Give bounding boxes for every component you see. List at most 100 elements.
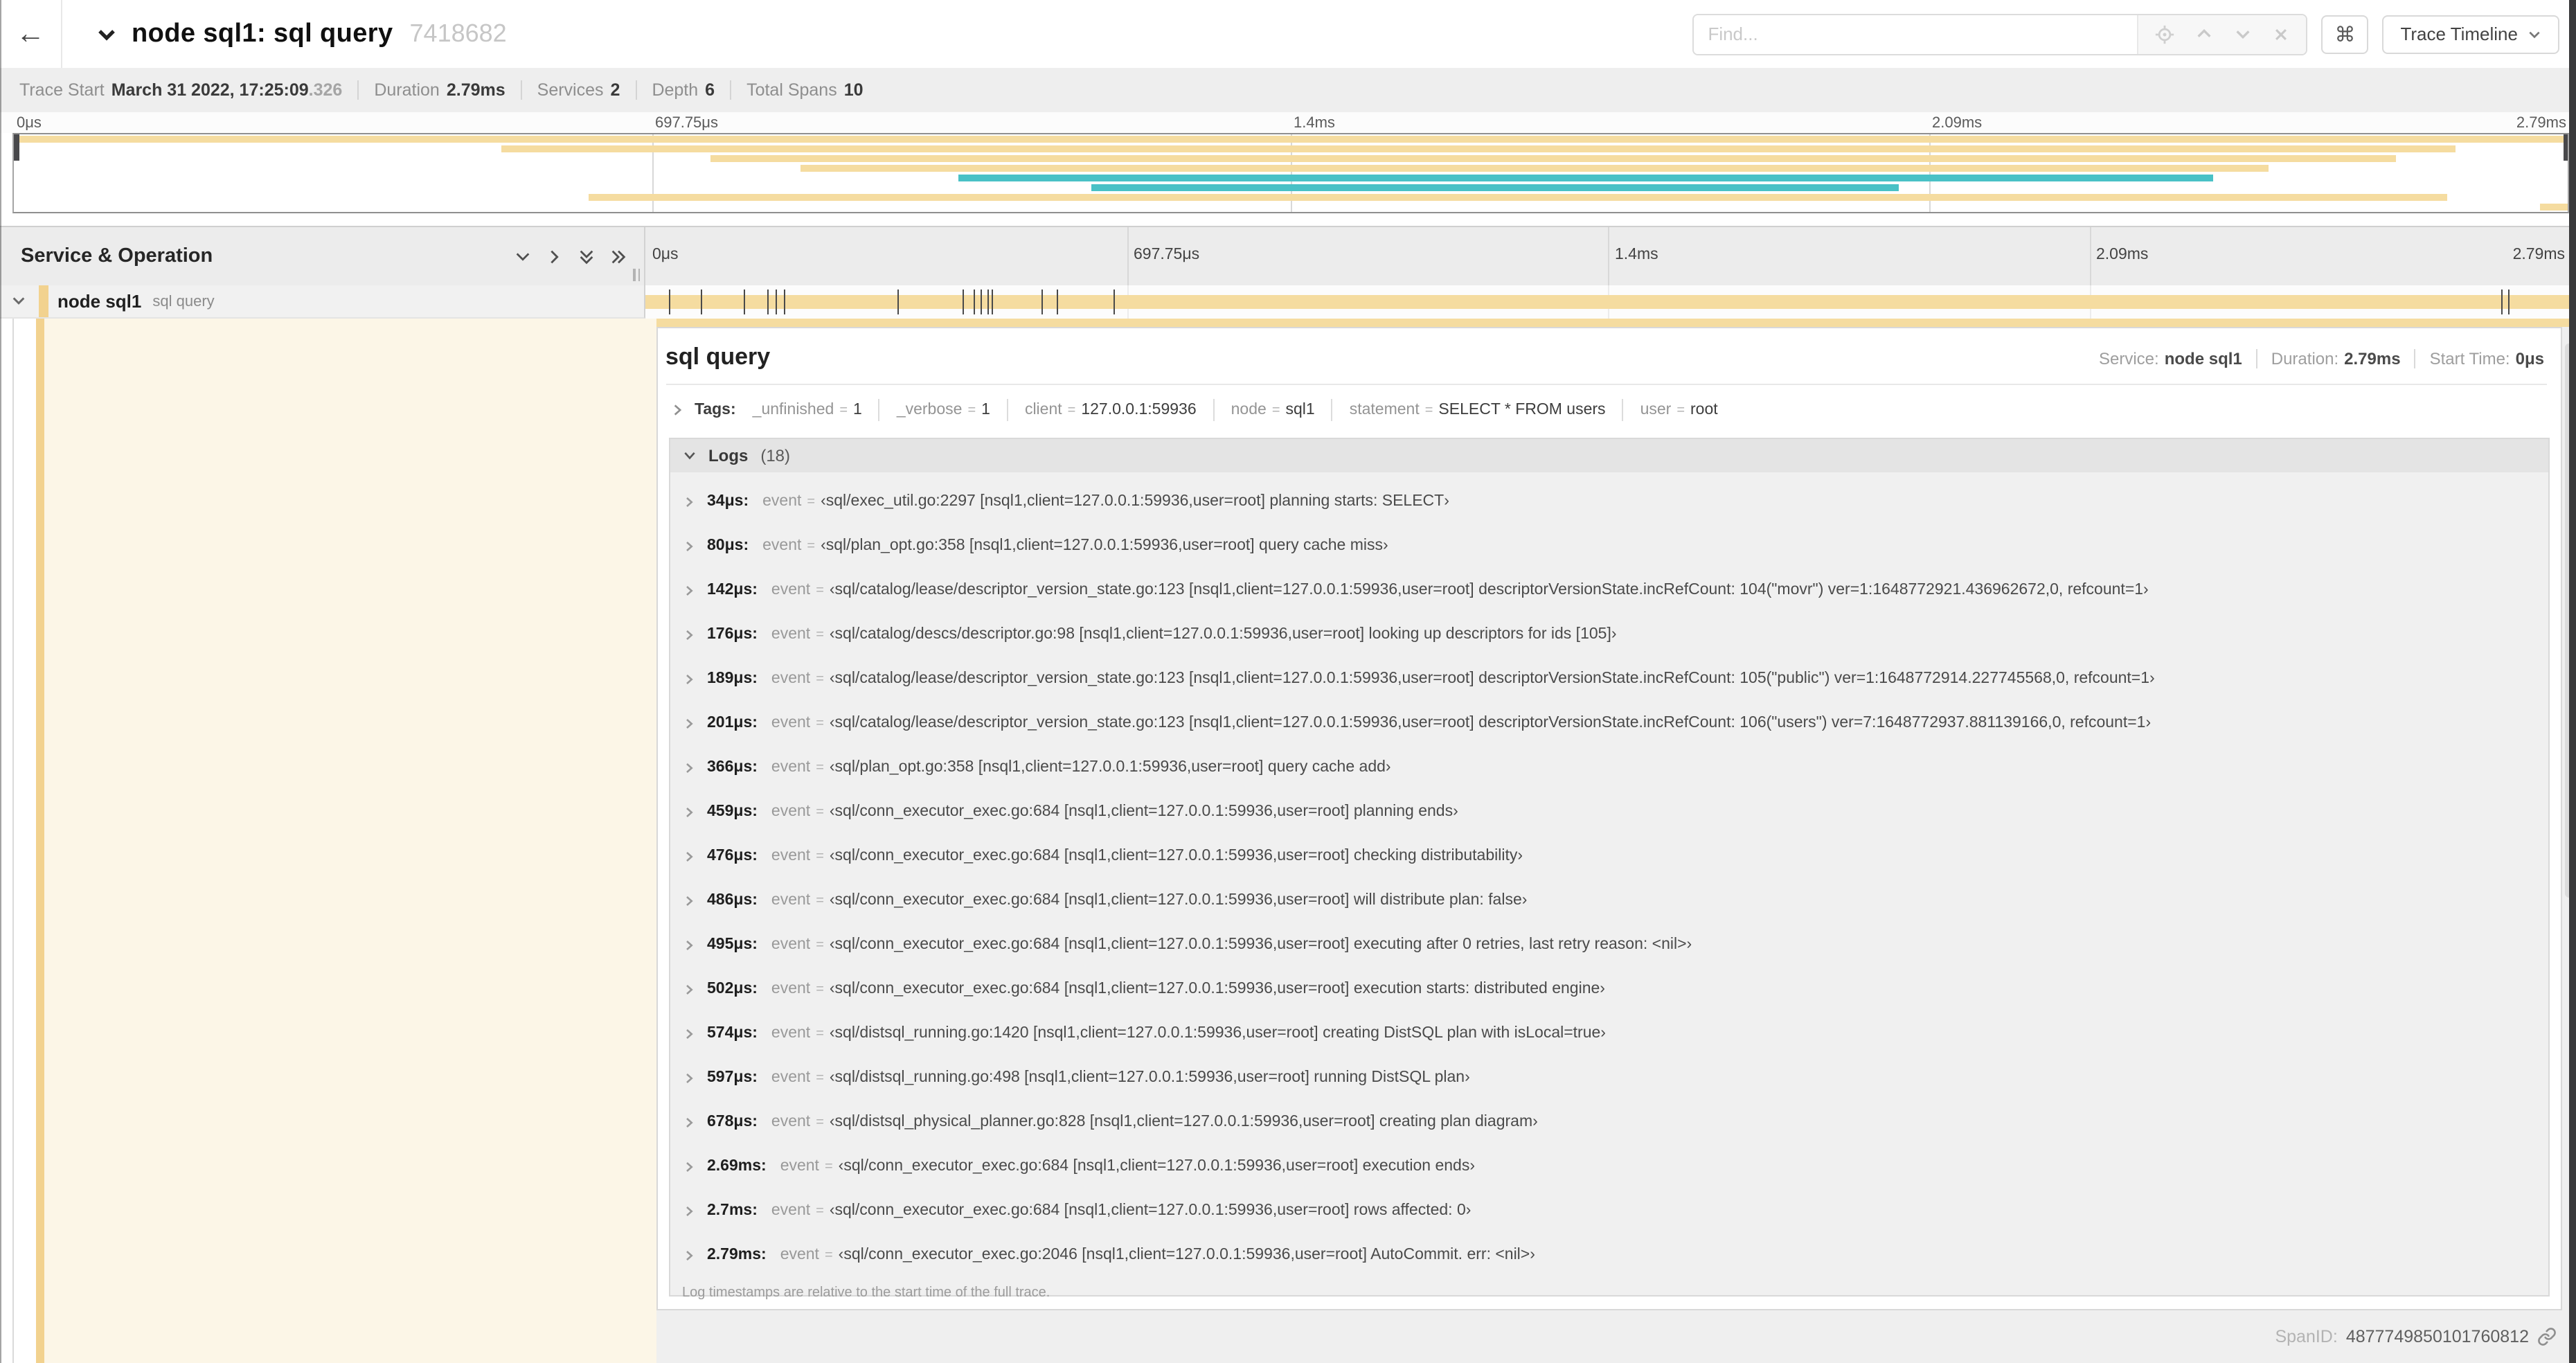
- spanid-label: SpanID:: [2275, 1327, 2338, 1346]
- minimap-canvas[interactable]: [12, 133, 2569, 213]
- view-selector-label: Trace Timeline: [2400, 24, 2518, 44]
- service-color-strip: [39, 285, 48, 317]
- locate-icon[interactable]: [2155, 24, 2174, 44]
- view-selector-button[interactable]: Trace Timeline: [2382, 15, 2559, 53]
- log-entry[interactable]: 459μs: event = ‹sql/conn_executor_exec.g…: [670, 790, 2548, 834]
- log-field-key: event: [771, 1114, 811, 1130]
- span-row-name-cell[interactable]: node sql1 sql query: [0, 285, 645, 319]
- link-icon[interactable]: [2537, 1327, 2557, 1346]
- log-equals: =: [816, 715, 824, 731]
- timeline-ruler-label: 0μs: [652, 247, 679, 263]
- log-field-key: event: [771, 936, 811, 953]
- log-field-value: ‹sql/conn_executor_exec.go:684 [nsql1,cl…: [829, 1202, 1472, 1219]
- stat-label: Duration:: [2271, 349, 2339, 368]
- collapse-trace-chevron-icon[interactable]: [96, 23, 118, 45]
- trace-meta-item: Depth 6: [652, 80, 746, 100]
- log-entry[interactable]: 142μs: event = ‹sql/catalog/lease/descri…: [670, 568, 2548, 612]
- spacer: [0, 213, 2576, 226]
- tags-row[interactable]: Tags: _unfinished = 1 _verbose = 1 clien…: [657, 385, 2561, 434]
- logs-accordion: Logs (18) 34μs: event = ‹sql/exec_util.g…: [668, 438, 2550, 1301]
- minimap-left-scrubber[interactable]: [14, 134, 19, 161]
- log-entry[interactable]: 176μs: event = ‹sql/catalog/descs/descri…: [670, 612, 2548, 657]
- log-timestamp: 176μs:: [707, 626, 758, 643]
- expand-one-icon[interactable]: [546, 247, 564, 265]
- log-equals: =: [816, 893, 824, 908]
- span-detail-area: sql query Service: node sql1 Duration: 2…: [0, 319, 2576, 1363]
- log-equals: =: [816, 981, 824, 997]
- log-field-key: event: [771, 759, 811, 776]
- log-entry[interactable]: 486μs: event = ‹sql/conn_executor_exec.g…: [670, 878, 2548, 923]
- find-clear-icon[interactable]: [2273, 26, 2289, 42]
- meta-value: March 31 2022, 17:25:09: [111, 80, 309, 100]
- log-equals: =: [816, 804, 824, 819]
- log-event-tick: [1041, 289, 1043, 314]
- log-entry[interactable]: 574μs: event = ‹sql/distsql_running.go:1…: [670, 1011, 2548, 1055]
- column-resize-grip[interactable]: [633, 269, 640, 281]
- log-entry[interactable]: 34μs: event = ‹sql/exec_util.go:2297 [ns…: [670, 479, 2548, 524]
- operation-name: sql query: [152, 293, 215, 310]
- ruler-gridline: [1127, 227, 1128, 285]
- logs-header[interactable]: Logs (18): [670, 439, 2548, 472]
- log-field-value: ‹sql/conn_executor_exec.go:2046 [nsql1,c…: [838, 1247, 1535, 1263]
- chevron-right-icon: [682, 1160, 695, 1173]
- log-entry[interactable]: 502μs: event = ‹sql/conn_executor_exec.g…: [670, 967, 2548, 1011]
- log-equals: =: [816, 671, 824, 686]
- log-entry[interactable]: 597μs: event = ‹sql/distsql_running.go:4…: [670, 1055, 2548, 1100]
- chevron-down-icon[interactable]: [11, 294, 26, 309]
- log-event-tick: [974, 289, 976, 314]
- find-group: [1692, 13, 2308, 55]
- timeline-ruler-label: 2.79ms: [2512, 247, 2565, 263]
- collapse-one-icon[interactable]: [514, 247, 532, 265]
- chevron-right-icon: [682, 672, 695, 685]
- service-operation-header: Service & Operation: [0, 227, 645, 285]
- log-entry[interactable]: 2.69ms: event = ‹sql/conn_executor_exec.…: [670, 1144, 2548, 1188]
- log-timestamp: 459μs:: [707, 803, 758, 820]
- tags-list: _unfinished = 1 _verbose = 1 client = 12…: [753, 399, 1718, 421]
- logs-title: Logs: [708, 446, 749, 465]
- log-entry[interactable]: 80μs: event = ‹sql/plan_opt.go:358 [nsql…: [670, 524, 2548, 568]
- log-field-key: event: [771, 981, 811, 997]
- span-stat: Duration: 2.79ms: [2242, 349, 2401, 368]
- tag-equals: =: [1271, 402, 1280, 418]
- tag-key: node: [1231, 402, 1267, 418]
- log-entry[interactable]: 678μs: event = ‹sql/distsql_physical_pla…: [670, 1100, 2548, 1144]
- log-entry[interactable]: 366μs: event = ‹sql/plan_opt.go:358 [nsq…: [670, 745, 2548, 790]
- log-entry[interactable]: 189μs: event = ‹sql/catalog/lease/descri…: [670, 657, 2548, 701]
- divider: [1213, 399, 1215, 421]
- find-input[interactable]: [1694, 15, 2138, 53]
- log-event-tick: [897, 289, 900, 314]
- log-entry[interactable]: 201μs: event = ‹sql/catalog/lease/descri…: [670, 701, 2548, 745]
- chevron-right-icon: [682, 761, 695, 774]
- service-operation-title: Service & Operation: [21, 245, 213, 267]
- log-event-tick: [1113, 289, 1115, 314]
- log-entry[interactable]: 495μs: event = ‹sql/conn_executor_exec.g…: [670, 923, 2548, 967]
- log-equals: =: [816, 760, 824, 775]
- back-button[interactable]: ←: [0, 0, 62, 68]
- collapse-all-icon[interactable]: [578, 247, 596, 265]
- meta-value: 2.79ms: [446, 80, 506, 100]
- tag-value: 1: [853, 402, 862, 418]
- log-equals: =: [816, 1114, 824, 1130]
- minimap-right-scrubber[interactable]: [2563, 134, 2568, 161]
- find-prev-icon[interactable]: [2195, 25, 2213, 43]
- log-timestamp: 678μs:: [707, 1114, 758, 1130]
- log-entry[interactable]: 476μs: event = ‹sql/conn_executor_exec.g…: [670, 834, 2548, 878]
- minimap-span-bar: [1091, 184, 1899, 191]
- log-field-key: event: [771, 892, 811, 909]
- meta-label: Total Spans: [746, 80, 837, 100]
- span-row-timeline-cell[interactable]: [645, 285, 2570, 319]
- expand-all-icon[interactable]: [609, 247, 627, 265]
- detail-row-highlight: [44, 319, 656, 1363]
- log-entry[interactable]: 2.79ms: event = ‹sql/conn_executor_exec.…: [670, 1233, 2548, 1277]
- tag-key: statement: [1349, 402, 1420, 418]
- log-entry[interactable]: 2.7ms: event = ‹sql/conn_executor_exec.g…: [670, 1188, 2548, 1233]
- timeline-ruler: 0μs 697.75μs 1.4ms 2.09ms 2.79ms: [645, 227, 2570, 285]
- tag-equals: =: [839, 402, 848, 418]
- page-scrollbar[interactable]: [2569, 0, 2576, 1363]
- find-next-icon[interactable]: [2234, 25, 2252, 43]
- span-duration-bar[interactable]: [645, 295, 2570, 308]
- log-field-value: ‹sql/conn_executor_exec.go:684 [nsql1,cl…: [829, 892, 1528, 909]
- keyboard-shortcuts-button[interactable]: ⌘: [2321, 15, 2369, 53]
- chevron-right-icon: [682, 540, 695, 552]
- log-field-key: event: [771, 715, 811, 731]
